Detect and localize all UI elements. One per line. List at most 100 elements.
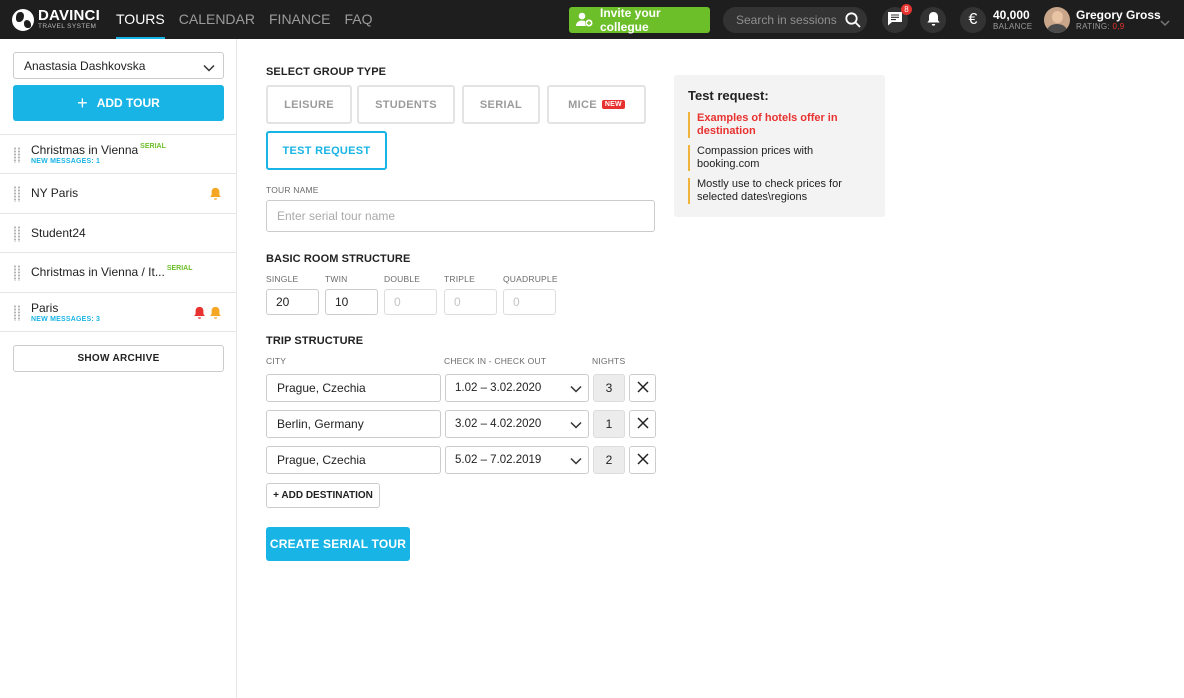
room-input-double[interactable] (384, 289, 437, 315)
remove-destination-button[interactable] (629, 410, 656, 438)
group-type-test-request[interactable]: TEST REQUEST (266, 131, 387, 170)
agent-select[interactable]: Anastasia Dashkovska (13, 52, 224, 79)
group-type-serial[interactable]: SERIAL (462, 85, 540, 124)
list-item[interactable]: NY Paris (0, 174, 236, 214)
remove-destination-button[interactable] (629, 374, 656, 402)
nights-value: 2 (593, 446, 625, 474)
list-item[interactable]: Christmas in Vienna SERIAL NEW MESSAGES: … (0, 135, 236, 175)
list-item[interactable]: Student24 (0, 214, 236, 254)
add-tour-button[interactable]: + ADD TOUR (13, 85, 224, 121)
logo-subtitle: TRAVEL SYSTEM (38, 23, 97, 31)
bell-icon (209, 306, 222, 323)
trip-structure-title: TRIP STRUCTURE (266, 335, 364, 347)
group-type-leisure[interactable]: LEISURE (266, 85, 352, 124)
close-icon (636, 452, 649, 468)
chevron-down-icon[interactable] (1160, 15, 1170, 30)
add-destination-button[interactable]: + ADD DESTINATION (266, 483, 380, 508)
messages-badge: 8 (901, 4, 912, 15)
drag-handle-icon[interactable] (13, 186, 21, 203)
search-input[interactable] (736, 13, 844, 27)
trip-row: 3.02 – 4.02.2020 1 (266, 410, 656, 438)
dates-value: 1.02 – 3.02.2020 (455, 382, 542, 394)
remove-destination-button[interactable] (629, 446, 656, 474)
balance: 40,000 BALANCE (993, 9, 1032, 31)
euro-icon: € (968, 11, 978, 28)
close-icon (636, 380, 649, 396)
dates-select[interactable]: 5.02 – 7.02.2019 (445, 446, 589, 474)
info-item: Compassion prices with booking.com (688, 145, 873, 171)
top-bar: DAVINCI TRAVEL SYSTEM TOURS CALENDAR FIN… (0, 0, 1184, 39)
invite-colleague-button[interactable]: Invite your collegue (569, 6, 710, 34)
nav-finance[interactable]: FINANCE (269, 0, 330, 39)
room-input-twin[interactable] (325, 289, 378, 315)
room-label-triple: TRIPLE (444, 274, 475, 284)
bell-icon (209, 187, 222, 204)
dates-select[interactable]: 1.02 – 3.02.2020 (445, 374, 589, 402)
nav-tours[interactable]: TOURS (116, 0, 165, 39)
add-user-icon (576, 12, 594, 28)
add-tour-label: ADD TOUR (96, 96, 160, 110)
currency-button[interactable]: € (960, 7, 986, 33)
serial-tag: SERIAL (166, 265, 193, 273)
drag-handle-icon[interactable] (13, 265, 21, 282)
room-label-twin: TWIN (325, 274, 348, 284)
plus-icon: + (77, 93, 88, 113)
room-label-double: DOUBLE (384, 274, 421, 284)
session-search[interactable] (723, 7, 867, 33)
room-label-quadruple: QUADRUPLE (503, 274, 558, 284)
list-item[interactable]: Paris NEW MESSAGES: 3 (0, 293, 236, 332)
tour-name: Christmas in Vienna / It... (31, 265, 165, 280)
close-icon (636, 416, 649, 432)
nav-calendar[interactable]: CALENDAR (179, 0, 255, 39)
balance-label: BALANCE (993, 22, 1033, 31)
tour-form: SELECT GROUP TYPE LEISURE STUDENTS SERIA… (237, 39, 1184, 698)
dates-select[interactable]: 3.02 – 4.02.2020 (445, 410, 589, 438)
show-archive-button[interactable]: SHOW ARCHIVE (13, 345, 224, 372)
new-messages-count: NEW MESSAGES: 1 (31, 158, 101, 165)
tour-name-input[interactable] (266, 200, 655, 232)
chevron-down-icon (570, 420, 582, 432)
list-item[interactable]: Christmas in Vienna / It... SERIAL (0, 253, 236, 293)
new-tag: NEW (601, 100, 625, 109)
trip-row: 1.02 – 3.02.2020 3 (266, 374, 656, 402)
nav-faq[interactable]: FAQ (344, 0, 372, 39)
room-structure-title: BASIC ROOM STRUCTURE (266, 253, 411, 265)
city-input[interactable] (266, 446, 441, 474)
city-input[interactable] (266, 374, 441, 402)
bell-icon (926, 11, 941, 30)
drag-handle-icon[interactable] (13, 304, 21, 321)
tour-name: Student24 (31, 225, 86, 240)
group-type-mice-label: MICE (568, 98, 597, 111)
dates-value: 3.02 – 4.02.2020 (455, 418, 542, 430)
user-menu[interactable]: Gregory Gross RATING: 0,9 (1076, 9, 1161, 31)
messages-button[interactable]: 8 (882, 4, 912, 33)
column-dates: CHECK IN - CHECK OUT (444, 356, 547, 366)
info-item: Examples of hotels offer in destination (688, 112, 873, 138)
search-icon[interactable] (844, 11, 862, 32)
rating-label: RATING: (1076, 22, 1110, 31)
room-input-quadruple[interactable] (503, 289, 556, 315)
trip-row: 5.02 – 7.02.2019 2 (266, 446, 656, 474)
group-type-mice[interactable]: MICE NEW (547, 85, 646, 124)
create-serial-tour-button[interactable]: CREATE SERIAL TOUR (266, 527, 410, 561)
logo-name: DAVINCI (38, 7, 100, 25)
logo[interactable]: DAVINCI TRAVEL SYSTEM (12, 8, 108, 31)
notifications-button[interactable] (920, 7, 946, 33)
agent-select-value: Anastasia Dashkovska (24, 58, 146, 73)
info-item: Mostly use to check prices for selected … (688, 178, 873, 204)
tour-name-label: TOUR NAME (266, 185, 319, 195)
avatar[interactable] (1044, 7, 1070, 33)
city-input[interactable] (266, 410, 441, 438)
drag-handle-icon[interactable] (13, 225, 21, 242)
group-type-students[interactable]: STUDENTS (357, 85, 455, 124)
sidebar: Anastasia Dashkovska + ADD TOUR Christma… (0, 39, 237, 698)
rating-value: 0,9 (1112, 22, 1125, 31)
drag-handle-icon[interactable] (13, 147, 21, 163)
column-nights: NIGHTS (592, 356, 626, 366)
room-input-triple[interactable] (444, 289, 497, 315)
balance-value: 40,000 (993, 8, 1030, 22)
chevron-down-icon (203, 61, 215, 75)
room-input-single[interactable] (266, 289, 319, 315)
info-panel: Test request: Examples of hotels offer i… (674, 75, 885, 217)
serial-tag: SERIAL (140, 143, 166, 150)
